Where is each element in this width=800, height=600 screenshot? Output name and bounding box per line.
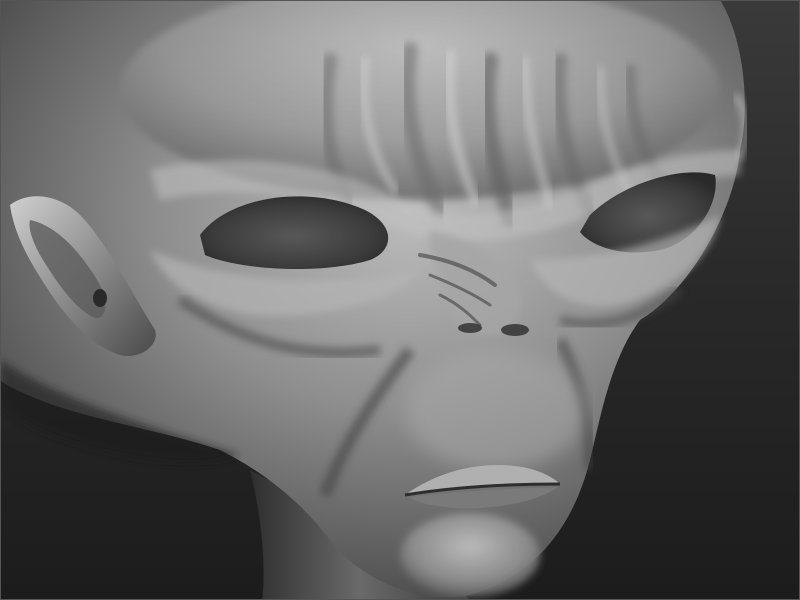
alien-head-sculpt[interactable] — [0, 0, 800, 600]
sculpt-viewport[interactable] — [0, 0, 800, 600]
ear-hole — [93, 289, 107, 307]
muzzle-highlight — [405, 350, 585, 470]
left-nostril — [458, 323, 482, 333]
right-nostril — [501, 324, 529, 336]
chin — [400, 513, 540, 597]
